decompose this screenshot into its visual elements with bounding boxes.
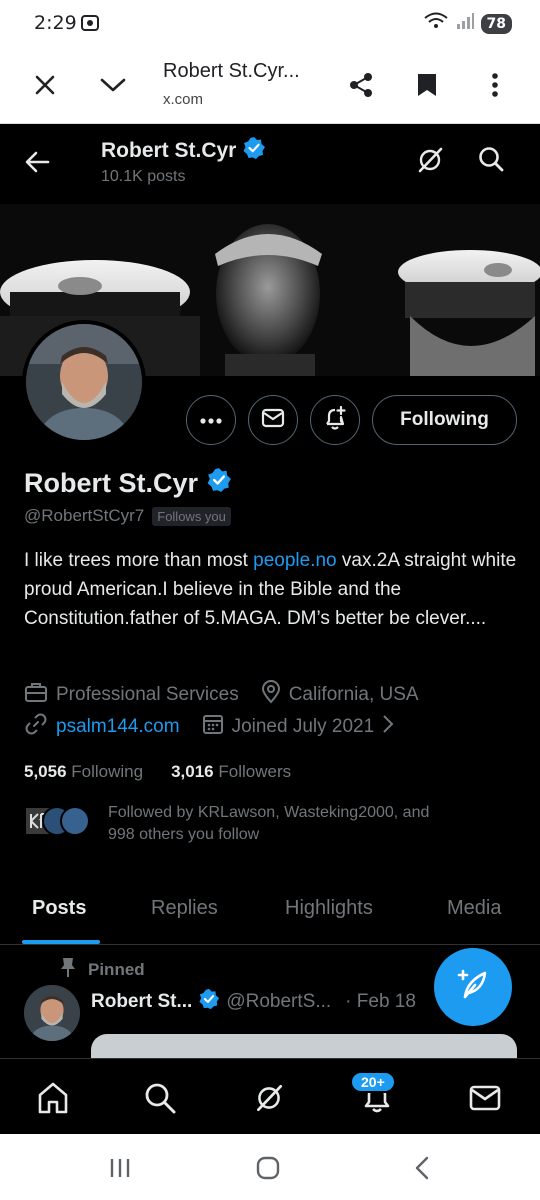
follow-stats: 5,056 Following 3,016 Followers	[24, 762, 291, 782]
grok-icon[interactable]	[250, 1079, 288, 1117]
battery-indicator: 78	[480, 13, 512, 34]
profile-name-text: Robert St.Cyr	[24, 468, 199, 498]
status-time: 2:29	[34, 12, 77, 34]
post-author-handle: @RobertS...	[226, 991, 332, 1012]
location-icon	[261, 680, 281, 710]
calendar-icon	[202, 713, 224, 741]
profile-bio: I like trees more than most people.no va…	[24, 546, 524, 633]
pinned-label: Pinned	[60, 956, 145, 983]
followed-by-line-1: Followed by KRLawson, Wasteking2000, and	[108, 804, 430, 821]
profile-meta-row-2: psalm144.com Joined July 2021	[24, 712, 416, 742]
profile-meta-row-1: Professional Services California, USA	[24, 680, 441, 710]
wifi-icon	[423, 11, 449, 36]
following-stat[interactable]: 5,056 Following	[24, 762, 143, 782]
bottom-nav: 20+	[0, 1058, 540, 1134]
back-nav-icon[interactable]	[408, 1154, 436, 1182]
tab-posts[interactable]: Posts	[32, 897, 86, 920]
more-vert-icon[interactable]	[478, 68, 512, 102]
follows-you-badge: Follows you	[152, 506, 231, 526]
post-author-avatar[interactable]	[24, 985, 80, 1041]
pinned-text: Pinned	[88, 959, 145, 979]
search-icon[interactable]	[141, 1079, 179, 1117]
system-nav-bar	[0, 1134, 540, 1200]
profile-avatar[interactable]	[22, 320, 146, 444]
notify-button[interactable]	[310, 395, 360, 445]
link-icon	[24, 712, 48, 742]
more-icon	[200, 411, 222, 429]
followers-stat[interactable]: 3,016 Followers	[171, 762, 291, 782]
page-title: Robert St.Cyr...	[163, 60, 300, 82]
profile-category: Professional Services	[56, 684, 239, 705]
briefcase-icon	[24, 681, 48, 709]
profile-tabs: Posts Replies Highlights Media	[0, 875, 540, 945]
back-arrow-icon[interactable]	[22, 146, 54, 178]
browser-toolbar: Robert St.Cyr... x.com	[0, 46, 540, 124]
status-bar: 2:29 78	[0, 0, 540, 46]
recent-apps-icon[interactable]	[106, 1154, 134, 1182]
follower-avatar	[60, 806, 90, 836]
home-icon[interactable]	[34, 1079, 72, 1117]
following-label: Following	[71, 762, 144, 781]
mail-icon	[261, 408, 285, 433]
message-button[interactable]	[248, 395, 298, 445]
header-name-text: Robert St.Cyr	[101, 139, 237, 162]
search-icon[interactable]	[476, 144, 510, 178]
profile-header: Robert St.Cyr 10.1K posts	[0, 124, 540, 204]
notifications-badge: 20+	[350, 1071, 396, 1093]
followed-by-line-2: 998 others you follow	[108, 826, 260, 843]
compose-icon	[455, 967, 491, 1008]
verified-icon	[242, 136, 266, 166]
chevron-down-icon[interactable]	[96, 68, 130, 102]
verified-icon	[198, 988, 220, 1016]
pin-icon	[60, 956, 76, 983]
mail-icon[interactable]	[466, 1079, 504, 1117]
joined-date-button[interactable]: Joined July 2021	[202, 713, 395, 741]
handle-text: @RobertStCyr7	[24, 506, 145, 525]
header-name: Robert St.Cyr	[101, 136, 266, 166]
active-tab-indicator	[22, 940, 100, 944]
page-url: x.com	[163, 91, 204, 108]
verified-icon[interactable]	[206, 467, 232, 500]
compose-button[interactable]	[434, 948, 512, 1026]
following-button[interactable]: Following	[372, 395, 517, 445]
post-author-name[interactable]: Robert St...	[91, 991, 192, 1013]
grok-icon[interactable]	[414, 144, 448, 178]
profile-joined: Joined July 2021	[231, 716, 375, 737]
tab-media[interactable]: Media	[447, 897, 501, 920]
profile-website[interactable]: psalm144.com	[56, 716, 180, 738]
post-date: · Feb 18	[345, 991, 416, 1012]
bookmark-icon[interactable]	[410, 68, 444, 102]
screenshot-icon	[80, 13, 100, 38]
signal-icon	[455, 11, 475, 36]
profile-name: Robert St.Cyr	[24, 467, 232, 500]
more-button[interactable]	[186, 395, 236, 445]
home-nav-icon[interactable]	[254, 1154, 282, 1182]
following-count: 5,056	[24, 762, 67, 781]
profile-handle: @RobertStCyr7 Follows you	[24, 506, 231, 526]
profile-location: California, USA	[288, 684, 419, 705]
followers-label: Followers	[218, 762, 292, 781]
bio-link[interactable]: people.no	[253, 550, 336, 571]
followed-by-text: Followed by KRLawson, Wasteking2000, and…	[108, 802, 429, 846]
followers-count: 3,016	[171, 762, 214, 781]
close-icon[interactable]	[28, 68, 62, 102]
notification-plus-icon	[322, 405, 348, 436]
share-icon[interactable]	[344, 68, 378, 102]
followed-by[interactable]: Followed by KRLawson, Wasteking2000, and…	[24, 802, 524, 843]
bio-text-1: I like trees more than most	[24, 550, 254, 571]
post-header: Robert St... @RobertS... · Feb 18	[91, 988, 416, 1016]
posts-count: 10.1K posts	[101, 168, 186, 185]
chevron-right-icon	[382, 714, 394, 740]
tab-replies[interactable]: Replies	[151, 897, 218, 920]
tab-highlights[interactable]: Highlights	[285, 897, 373, 920]
